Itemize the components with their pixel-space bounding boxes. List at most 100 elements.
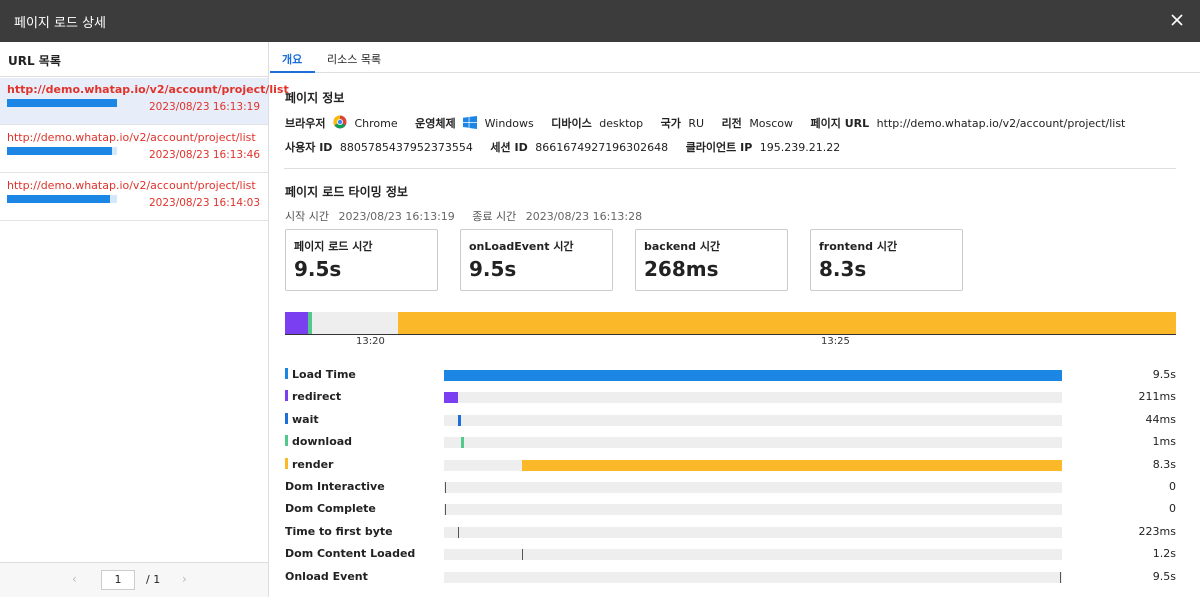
card-value: 8.3s [819,257,867,281]
card-backend-time: backend 시간 268ms [635,229,788,291]
card-label: backend 시간 [644,240,721,253]
metric-color-marker [285,457,288,469]
metric-label-text: Onload Event [285,569,368,583]
client-ip-label: 클라이언트 IP [685,141,753,154]
prev-page-button[interactable]: ‹ [72,572,77,586]
windows-icon [463,116,478,132]
card-value: 268ms [644,257,719,281]
metric-bar [461,437,465,449]
metric-value: 9.5s [1152,368,1176,381]
page-load-detail-dialog: 페이지 로드 상세 URL 목록 http://demo.whatap.io/v… [0,0,1200,597]
page-info-row-2: 사용자 ID 8805785437952373554 세션 ID 8661674… [285,139,840,155]
metric-track [444,482,1062,493]
card-label: frontend 시간 [819,240,898,253]
metric-bar [444,370,1062,381]
timeline-bar [285,312,1176,334]
card-value: 9.5s [469,257,517,281]
tab-overview[interactable]: 개요 [282,51,302,67]
metric-row: Load Time 9.5s [285,366,1176,384]
dialog-titlebar: 페이지 로드 상세 [0,0,1200,42]
load-time-bar [7,195,117,203]
metric-color-marker [285,435,288,447]
metric-marker-line [1060,571,1062,583]
metric-marker-line [444,482,446,493]
metric-color-marker [285,368,288,379]
card-onload-event-time: onLoadEvent 시간 9.5s [460,229,613,291]
timing-range: 시작 시간 2023/08/23 16:13:19 종료 시간 2023/08/… [285,208,656,224]
dialog-title: 페이지 로드 상세 [14,16,106,31]
next-page-button[interactable]: › [182,572,187,586]
metric-bar [458,414,462,426]
browser-value: Chrome [354,117,398,130]
os-label: 운영체제 [415,117,456,130]
metric-track [444,549,1062,561]
page-number-input[interactable]: 1 [101,570,135,590]
timeline-axis [285,334,1176,335]
url-timestamp: 2023/08/23 16:14:03 [148,197,260,209]
metric-value: 0 [1169,502,1176,516]
metric-label-text: download [292,435,353,449]
session-id-value: 8661674927196302648 [535,141,669,154]
metric-label-text: Dom Complete [285,502,376,516]
metric-value: 0 [1169,480,1176,493]
metric-label: Time to first byte [285,525,393,538]
metric-track [444,370,1062,381]
load-time-bar-fill [7,99,117,107]
card-label: 페이지 로드 시간 [294,240,373,253]
metric-bar [522,459,1062,471]
url-text: http://demo.whatap.io/v2/account/project… [7,83,289,96]
metric-value: 1.2s [1152,547,1176,561]
user-id-value: 8805785437952373554 [339,141,473,154]
url-timestamp: 2023/08/23 16:13:46 [148,149,260,161]
section-divider [284,168,1176,169]
tab-resource-list[interactable]: 리소스 목록 [327,51,381,67]
start-time-value: 2023/08/23 16:13:19 [338,210,455,223]
start-time-label: 시작 시간 [285,210,329,223]
metric-row: Time to first byte 223ms [285,523,1176,541]
metric-track [444,414,1062,426]
metric-row: Dom Complete 0 [285,500,1176,518]
metric-value: 1ms [1152,435,1176,449]
metric-value: 44ms [1145,412,1176,426]
device-value: desktop [599,117,644,130]
close-icon[interactable] [1166,9,1188,31]
page-info-title: 페이지 정보 [285,91,345,105]
metric-color-marker [285,390,288,402]
metric-marker-line [458,526,460,538]
metric-row: Dom Content Loaded 1.2s [285,545,1176,563]
detail-panel: 개요 리소스 목록 페이지 정보 브라우저 Chrome 운영체제 Window… [270,42,1200,597]
metric-label: Dom Complete [285,502,376,515]
detail-tabs: 개요 리소스 목록 [270,42,1200,73]
client-ip-value: 195.239.21.22 [759,141,841,154]
url-list-item[interactable]: http://demo.whatap.io/v2/account/project… [0,126,268,173]
timing-title: 페이지 로드 타이밍 정보 [285,185,408,199]
url-list-item[interactable]: http://demo.whatap.io/v2/account/project… [0,78,289,125]
page-info-row-1: 브라우저 Chrome 운영체제 Windows 디바이스 desktop 국가 [285,115,1125,132]
active-tab-indicator [270,71,315,73]
metric-label-text: Dom Interactive [285,480,385,493]
pagination: ‹ 1 / 1 › [0,562,268,597]
metric-label: Onload Event [285,570,368,583]
card-label: onLoadEvent 시간 [469,240,574,253]
url-text: http://demo.whatap.io/v2/account/project… [7,179,256,192]
metric-row: Onload Event 9.5s [285,568,1176,586]
metric-track [444,392,1062,404]
metric-row: wait 44ms [285,411,1176,429]
metric-label-text: Load Time [292,368,356,381]
load-time-bar [7,147,117,155]
end-time-value: 2023/08/23 16:13:28 [525,210,643,223]
url-list-panel: URL 목록 http://demo.whatap.io/v2/account/… [0,42,289,597]
load-time-bar [7,99,117,107]
metric-label-text: render [292,457,334,471]
metric-label: wait [285,412,319,426]
card-page-load-time: 페이지 로드 시간 9.5s [285,229,438,291]
metric-label: render [285,457,334,471]
metric-label: Dom Content Loaded [285,547,415,560]
os-value: Windows [484,117,534,130]
metric-row: Dom Interactive 0 [285,478,1176,496]
url-list-item[interactable]: http://demo.whatap.io/v2/account/project… [0,174,268,221]
metric-row: redirect 211ms [285,388,1176,406]
metric-bar [444,392,458,404]
metric-label-text: wait [292,412,319,426]
card-frontend-time: frontend 시간 8.3s [810,229,963,291]
